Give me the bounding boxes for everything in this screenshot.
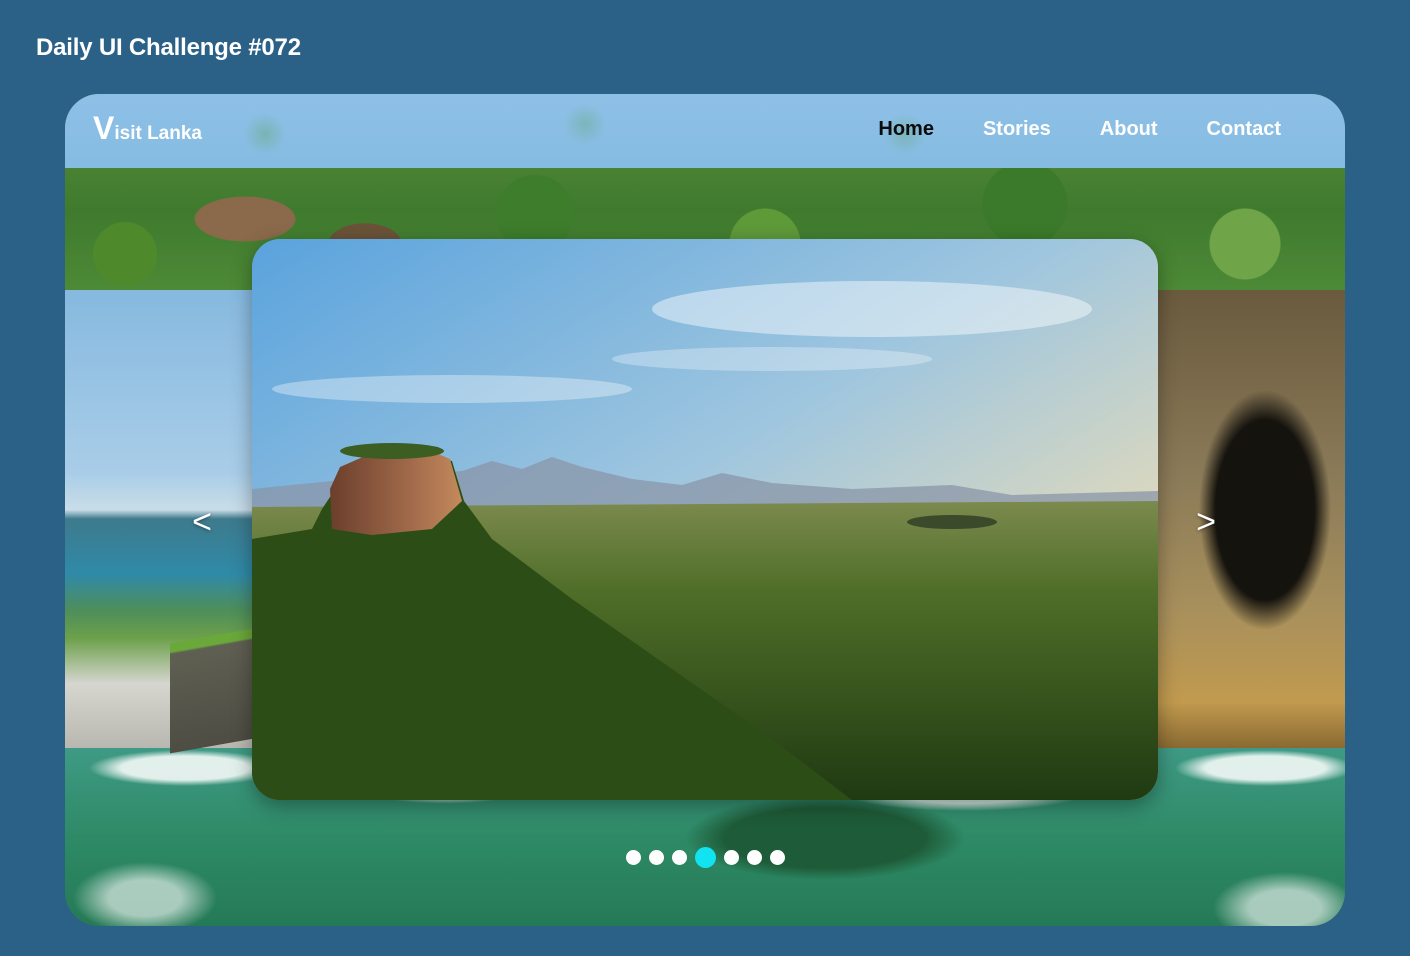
carousel-dot[interactable] (746, 850, 762, 865)
main-nav: Home Stories About Contact (878, 118, 1281, 141)
logo-text: isit Lanka (114, 123, 202, 144)
nav-link-contact[interactable]: Contact (1207, 118, 1281, 140)
nav-item-stories: Stories (983, 118, 1051, 141)
nav-item-about: About (1100, 118, 1158, 141)
nav-link-home[interactable]: Home (878, 118, 934, 140)
visit-lanka-app-frame: V isit Lanka Home Stories About Contact (65, 94, 1345, 926)
carousel-dot[interactable] (625, 850, 641, 865)
nav-item-home: Home (878, 118, 934, 141)
active-slide-image[interactable] (252, 239, 1158, 800)
site-header: V isit Lanka Home Stories About Contact (65, 94, 1345, 168)
nav-link-stories[interactable]: Stories (983, 118, 1051, 140)
nav-link-about[interactable]: About (1100, 118, 1158, 140)
page-title: Daily UI Challenge #072 (36, 34, 301, 61)
logo-initial: V (93, 110, 115, 146)
carousel-dot[interactable] (769, 850, 785, 865)
carousel-dot[interactable] (723, 850, 739, 865)
carousel-dot-active[interactable] (694, 847, 716, 868)
carousel-dot[interactable] (671, 850, 687, 865)
next-slide-preview-image[interactable] (1145, 290, 1345, 748)
fort-wall-shape (170, 626, 265, 754)
carousel-prev-button[interactable]: < (180, 500, 224, 544)
carousel-dot[interactable] (648, 850, 664, 865)
site-logo[interactable]: V isit Lanka (93, 110, 202, 146)
previous-slide-preview-image[interactable] (65, 290, 265, 754)
carousel-next-button[interactable]: > (1184, 500, 1228, 544)
carousel-pagination (65, 847, 1345, 868)
nav-item-contact: Contact (1207, 118, 1281, 141)
